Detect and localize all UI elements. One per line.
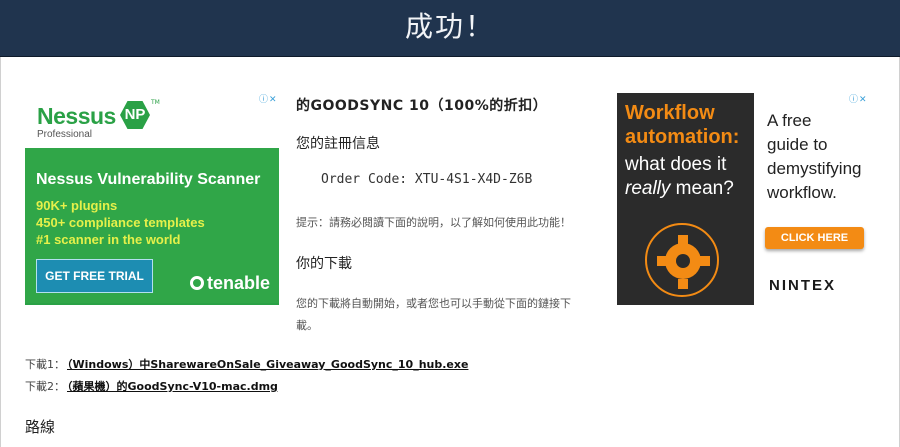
guide-line: guide to [767,135,828,154]
get-free-trial-button[interactable]: GET FREE TRIAL [36,259,153,293]
headline-line: Workflow [625,102,715,124]
order-code: Order Code: XTU-4S1-X4D-Z6B [321,172,533,187]
ad-guide-text: A free guide to demystifying workflow. [767,109,861,205]
ad-question: what does it really mean? [625,153,734,201]
route-heading: 路線 [25,418,56,436]
question-emphasis: really [625,178,671,199]
nessus-logo: Nessus [37,103,116,129]
nessus-subtitle: Professional [37,129,93,140]
headline-line: automation: [625,126,740,148]
hint-text: 提示：請務必閱讀下面的說明，以了解如何使用此功能！ [296,216,571,229]
ad-feature: 450+ compliance templates [36,215,205,230]
gear-tooth [678,279,688,289]
tenable-wordmark: tenable [207,273,271,293]
ad-dark-panel: Workflow automation: what does it really… [617,93,754,305]
registration-heading: 您的註冊信息 [296,136,380,152]
download-description: 您的下載將自動開始，或者您也可以手動從下面的鏈接下載。 [296,297,571,332]
trademark-mark: TM [151,99,160,106]
ad-headline: Nessus Vulnerability Scanner [36,171,261,188]
nessus-ad[interactable]: Nessus NP TM Professional ⓘ✕ Nessus Vuln… [25,93,279,305]
tenable-logo: tenable [190,273,270,294]
gear-tooth [700,256,710,266]
download-label: 下載2： [25,380,65,393]
question-line: really mean? [625,177,734,201]
adchoices-icon[interactable]: ⓘ✕ [849,95,867,105]
guide-line: workflow. [767,183,837,202]
download-row: 下載1： （Windows）中SharewareOnSale_Giveaway_G… [25,356,468,372]
page-header: 成功！ [0,0,900,57]
adchoices-icon[interactable]: ⓘ✕ [259,95,277,105]
download-link-windows[interactable]: （Windows）中SharewareOnSale_Giveaway_GoodS… [67,358,468,371]
gear-ring [645,223,719,297]
click-here-button[interactable]: CLICK HERE [765,227,864,249]
download-label: 下載1： [25,358,65,371]
ad-feature: #1 scanner in the world [36,232,181,247]
guide-line: demystifying [767,159,862,178]
ad-feature: 90K+ plugins [36,198,118,213]
tenable-icon [190,276,204,290]
ad-headline: Workflow automation: [625,101,739,149]
page-title: 成功！ [404,10,495,43]
gear-icon [665,243,701,279]
download-row: 下載2： （蘋果機）的GoodSync-V10-mac.dmg [25,378,278,394]
deal-title: 的GOODSYNC 10（100%的折扣） [296,98,548,114]
download-link-mac[interactable]: （蘋果機）的GoodSync-V10-mac.dmg [67,380,278,393]
nintex-ad[interactable]: Workflow automation: what does it really… [617,93,871,305]
question-line: what does it [625,154,727,175]
download-heading: 你的下載 [296,256,352,272]
nintex-logo: NINTEX [769,277,837,294]
guide-line: A free [767,111,812,130]
question-rest: mean? [670,178,734,199]
